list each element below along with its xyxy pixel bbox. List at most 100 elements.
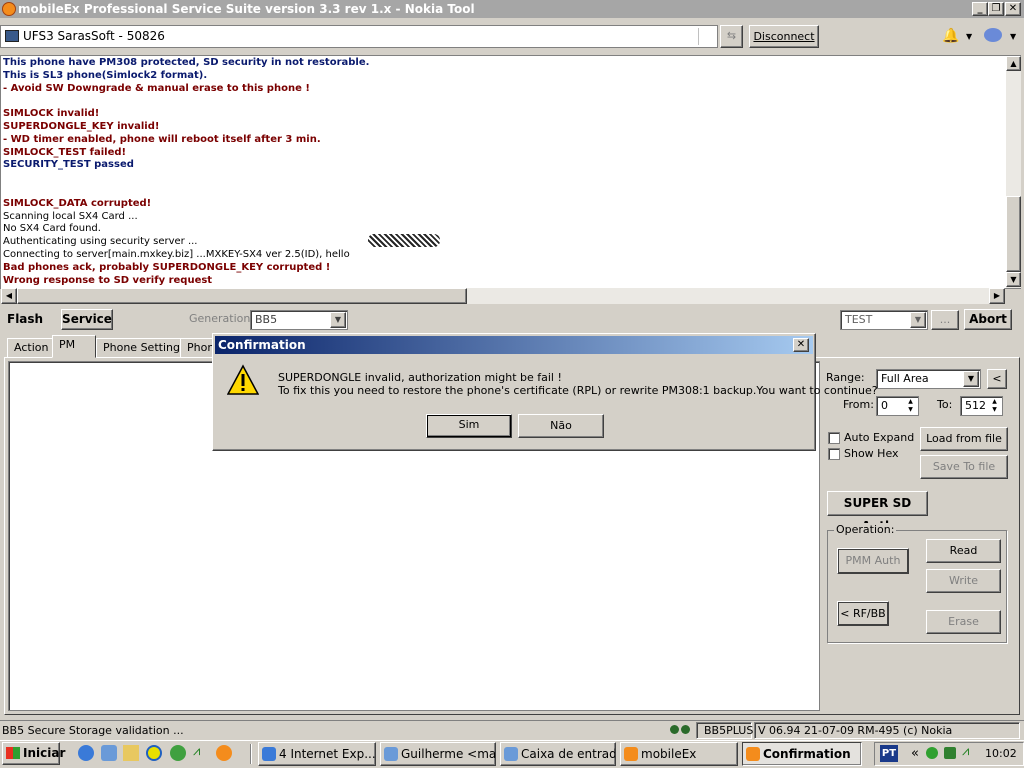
test-value: TEST	[845, 313, 873, 326]
scroll-right-icon[interactable]: ▶	[989, 288, 1005, 304]
log-line: SECURITY_TEST passed	[3, 159, 134, 171]
tab-service[interactable]: Service	[61, 309, 113, 330]
tab-pm[interactable]: PM	[52, 335, 96, 358]
connection-led-icon	[670, 725, 679, 734]
range-back-button[interactable]: <	[987, 369, 1007, 389]
read-button[interactable]: Read	[926, 539, 1001, 563]
ellipsis-button[interactable]: ...	[931, 310, 959, 330]
from-input[interactable]: 0 ▲ ▼	[876, 396, 919, 416]
load-from-file-button[interactable]: Load from file	[920, 427, 1008, 451]
tray-expand-chevron[interactable]: «	[911, 746, 919, 761]
log-line: Connecting to server[main.mxkey.biz] ...…	[3, 248, 350, 260]
explorer-icon[interactable]	[123, 745, 139, 761]
task-label: Confirmation	[763, 747, 851, 761]
hscroll-thumb[interactable]	[17, 288, 467, 304]
antivirus-icon[interactable]: ⩘	[193, 745, 209, 761]
refresh-icon[interactable]: ⇆	[720, 25, 743, 48]
tab-phone-settings[interactable]: Phone Settings	[96, 338, 193, 358]
users-tray-icon[interactable]	[944, 747, 956, 759]
task-mobileex[interactable]: mobileEx	[620, 742, 738, 766]
test-select[interactable]: TEST ▼	[840, 310, 928, 330]
rf-bb-button[interactable]: < RF/BB	[837, 601, 889, 626]
tab-flash[interactable]: Flash	[7, 312, 43, 326]
messenger-tray-icon[interactable]	[926, 747, 938, 759]
to-input[interactable]: 512 ▲ ▼	[960, 396, 1003, 416]
generation-select[interactable]: BB5 ▼	[250, 310, 348, 330]
close-window-button[interactable]: ✕	[1005, 2, 1021, 16]
chevron-down-icon[interactable]: ▼	[330, 312, 346, 328]
task-icon	[262, 747, 276, 761]
window-title: mobileEx Professional Service Suite vers…	[18, 2, 475, 16]
log-line: - Avoid SW Downgrade & manual erase to t…	[3, 82, 310, 94]
task-caixa-de-entrada[interactable]: Caixa de entrad...	[500, 742, 616, 766]
tab-action[interactable]: Action	[7, 338, 56, 358]
log-line: Wrong response to SD verify request	[3, 274, 213, 286]
scroll-thumb[interactable]	[1006, 196, 1021, 272]
scroll-down-icon[interactable]: ▼	[1006, 272, 1021, 287]
log-line: No SX4 Card found.	[3, 223, 101, 235]
mobileex-quick-icon[interactable]	[216, 745, 232, 761]
antivirus-tray-icon[interactable]: ⩘	[962, 745, 976, 759]
pmm-auth-button[interactable]: PMM Auth	[837, 548, 909, 574]
chevron-down-icon[interactable]: ▼	[963, 371, 979, 387]
language-indicator[interactable]: PT	[880, 745, 898, 762]
write-button[interactable]: Write	[926, 569, 1001, 593]
chevron-down-icon[interactable]: ▼	[1010, 32, 1016, 41]
task-icon	[746, 747, 760, 761]
log-line: SIMLOCK invalid!	[3, 108, 100, 120]
chevron-down-icon[interactable]: ▼	[966, 32, 972, 41]
auto-expand-checkbox[interactable]	[828, 432, 840, 444]
generation-label: Generation:	[189, 312, 255, 325]
connection-led-icon	[681, 725, 690, 734]
task-icon	[504, 747, 518, 761]
dialog-message-line2: To fix this you need to restore the phon…	[278, 384, 878, 397]
erase-button[interactable]: Erase	[926, 610, 1001, 634]
no-button[interactable]: Não	[518, 414, 604, 438]
log-line: Authenticating using security server ...	[3, 236, 198, 248]
outlook-icon[interactable]	[101, 745, 117, 761]
log-line: SUPERDONGLE_KEY invalid!	[3, 120, 160, 132]
disconnect-button[interactable]: Disconnect	[749, 25, 819, 48]
super-sd-auth-button[interactable]: SUPER SD Auth	[827, 491, 928, 533]
device-icon	[5, 30, 19, 42]
notification-icon[interactable]: 🔔	[942, 28, 960, 44]
window-title-bar: mobileEx Professional Service Suite vers…	[0, 0, 1024, 18]
log-line: Bad phones ack, probably SUPERDONGLE_KEY…	[3, 261, 331, 273]
scroll-left-icon[interactable]: ◀	[1, 288, 17, 304]
abort-button[interactable]: Abort	[964, 309, 1012, 330]
chevron-down-icon[interactable]: ▼	[910, 312, 926, 328]
log-hscrollbar[interactable]: ◀ ▶	[1, 288, 1005, 304]
log-line: SIMLOCK_DATA corrupted!	[3, 197, 152, 209]
dialog-close-button[interactable]: ✕	[793, 338, 809, 352]
log-line: - WD timer enabled, phone will reboot it…	[3, 133, 321, 145]
to-value: 512	[965, 399, 986, 412]
task-icon	[624, 747, 638, 761]
yes-button[interactable]: Sim	[426, 414, 512, 438]
log-line: SIMLOCK_TEST failed!	[3, 146, 127, 158]
log-line: This is SL3 phone(Simlock2 format).	[3, 69, 208, 81]
status-bar: BB5 Secure Storage validation ... BB5PLU…	[0, 720, 1024, 740]
stepper-icon[interactable]: ▲ ▼	[988, 398, 1001, 414]
log-vscrollbar[interactable]: ▲ ▼	[1006, 56, 1021, 288]
task-guilherme[interactable]: Guilherme <mag...	[380, 742, 496, 766]
media-icon[interactable]	[146, 745, 162, 761]
start-button[interactable]: Iniciar	[2, 742, 65, 765]
maximize-button[interactable]: ❐	[988, 2, 1004, 16]
ie-icon[interactable]	[78, 745, 94, 761]
task-confirmation[interactable]: Confirmation	[742, 742, 862, 766]
device-label: UFS3 SarasSoft - 50826	[23, 29, 165, 43]
save-to-file-button[interactable]: Save To file	[920, 455, 1008, 479]
range-select[interactable]: Full Area ▼	[876, 369, 981, 389]
scroll-up-icon[interactable]: ▲	[1006, 56, 1021, 71]
show-hex-checkbox[interactable]	[828, 448, 840, 460]
range-label: Range:	[826, 371, 865, 384]
from-label: From:	[843, 398, 874, 411]
log-line: This phone have PM308 protected, SD secu…	[3, 57, 370, 68]
task-internet-explorer[interactable]: 4 Internet Exp...	[258, 742, 376, 766]
minimize-button[interactable]: _	[972, 2, 988, 16]
chat-icon[interactable]	[984, 28, 1002, 42]
stepper-icon[interactable]: ▲ ▼	[904, 398, 917, 414]
messenger-icon[interactable]	[170, 745, 186, 761]
